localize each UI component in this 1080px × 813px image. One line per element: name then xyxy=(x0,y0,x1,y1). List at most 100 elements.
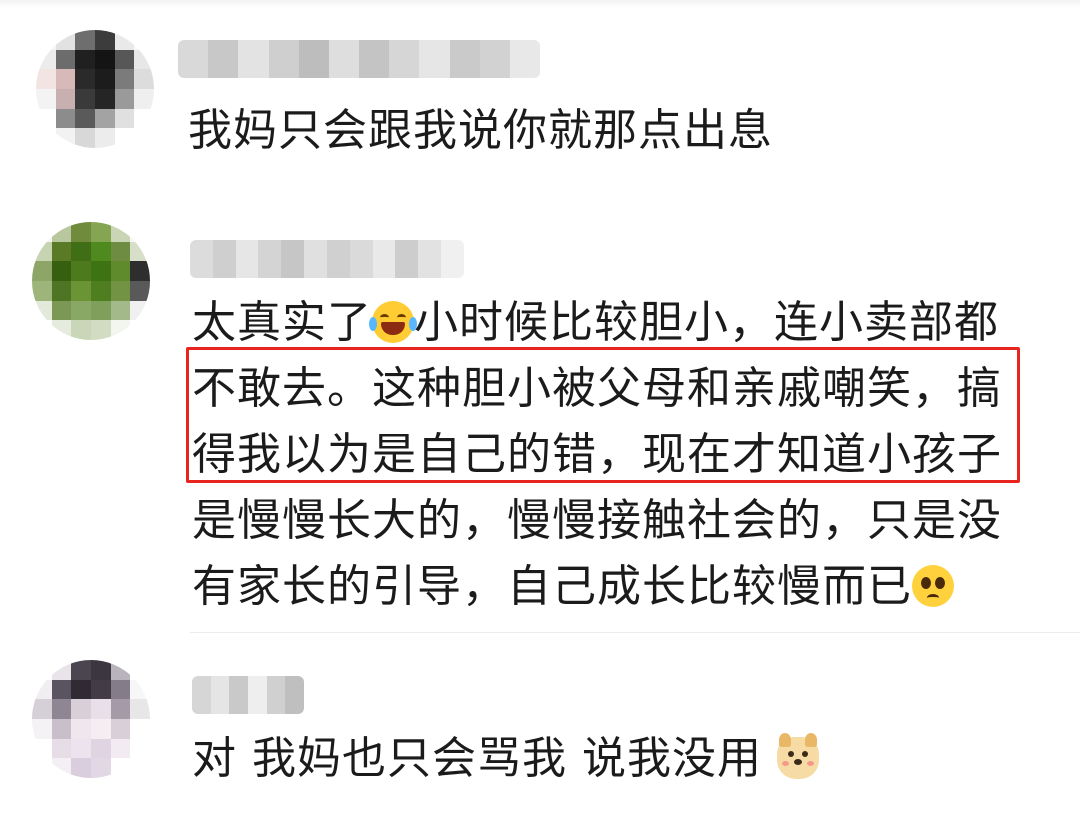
comment-text: 对 我妈也只会骂我 说我没用 xyxy=(192,726,819,792)
avatar-pixel xyxy=(71,699,91,719)
username-pixel xyxy=(418,240,442,278)
avatar-pixel xyxy=(71,222,91,242)
avatar-pixel xyxy=(55,128,76,148)
avatar-pixel xyxy=(90,241,111,262)
avatar-pixel xyxy=(134,30,154,50)
avatar-pixel xyxy=(75,108,95,129)
commenter-username-blurred[interactable] xyxy=(178,40,540,78)
avatar-pixel xyxy=(110,261,131,281)
username-pixel xyxy=(479,40,510,78)
avatar-pixel xyxy=(32,280,52,301)
avatar-pixel xyxy=(71,261,91,281)
avatar-pixel xyxy=(32,300,52,321)
avatar-pixel xyxy=(71,758,91,778)
comment-line: 是慢慢长大的，慢慢接触社会的，只是没 xyxy=(192,495,1002,546)
avatar-pixel xyxy=(71,718,91,739)
avatar-pixel xyxy=(90,699,111,719)
avatar-pixel xyxy=(130,280,150,301)
avatar-pixel xyxy=(130,679,150,700)
avatar-pixel xyxy=(90,679,111,700)
username-pixel xyxy=(304,240,327,278)
username-pixel xyxy=(441,240,464,278)
username-pixel xyxy=(248,676,267,714)
commenter-avatar[interactable] xyxy=(36,30,154,148)
avatar-pixel xyxy=(51,758,72,778)
avatar-pixel xyxy=(32,718,52,739)
avatar-pixel xyxy=(51,660,72,680)
avatar-pixel xyxy=(36,30,56,50)
avatar-pixel xyxy=(134,88,154,109)
pleading-face-emoji-icon xyxy=(912,565,954,607)
avatar-pixel xyxy=(51,261,72,281)
comment-text: 我妈只会跟我说你就那点出息 xyxy=(188,98,773,164)
avatar-pixel xyxy=(36,88,56,109)
avatar-pixel xyxy=(32,699,52,719)
avatar-pixel xyxy=(71,241,91,262)
avatar-pixel xyxy=(51,679,72,700)
username-pixel xyxy=(359,40,390,78)
avatar-pixel xyxy=(110,699,131,719)
avatar-pixel xyxy=(51,280,72,301)
avatar-pixel xyxy=(130,261,150,281)
avatar-pixel xyxy=(71,300,91,321)
commenter-username-blurred[interactable] xyxy=(192,676,304,714)
avatar-pixel xyxy=(90,738,111,759)
dog-emoji-icon xyxy=(776,733,819,779)
avatar-pixel xyxy=(75,88,95,109)
avatar-pixel xyxy=(110,758,131,778)
avatar-pixel xyxy=(110,280,131,301)
avatar-pixel xyxy=(110,241,131,262)
avatar-pixel xyxy=(94,88,115,109)
username-pixel xyxy=(281,240,305,278)
avatar-pixel xyxy=(32,241,52,262)
avatar-pixel xyxy=(94,108,115,129)
username-pixel xyxy=(192,676,211,714)
avatar-pixel xyxy=(36,69,56,89)
username-pixel xyxy=(235,240,259,278)
avatar-pixel xyxy=(110,738,131,759)
avatar-pixel xyxy=(32,679,52,700)
avatar-pixel xyxy=(55,108,76,129)
username-pixel xyxy=(238,40,269,78)
avatar-pixel xyxy=(130,738,150,759)
avatar-pixel xyxy=(130,300,150,321)
username-pixel xyxy=(419,40,450,78)
avatar-pixel xyxy=(75,128,95,148)
comment-segment: 对 我妈也只会骂我 说我没用 xyxy=(192,733,777,784)
username-pixel xyxy=(395,240,419,278)
top-edge xyxy=(0,0,1080,8)
avatar-pixel xyxy=(130,699,150,719)
username-pixel xyxy=(210,676,230,714)
commenter-username-blurred[interactable] xyxy=(190,240,464,278)
avatar-pixel xyxy=(90,718,111,739)
avatar-pixel xyxy=(71,660,91,680)
avatar-pixel xyxy=(114,88,135,109)
avatar-pixel xyxy=(36,108,56,129)
commenter-avatar[interactable] xyxy=(32,222,150,340)
avatar-pixel xyxy=(32,660,52,680)
avatar-pixel xyxy=(114,49,135,70)
avatar-pixel xyxy=(90,320,111,340)
username-pixel xyxy=(258,240,282,278)
username-pixel xyxy=(326,240,350,278)
avatar-pixel xyxy=(51,718,72,739)
avatar-pixel xyxy=(134,108,154,129)
avatar-pixel xyxy=(90,280,111,301)
avatar-pixel xyxy=(75,69,95,89)
avatar-pixel xyxy=(134,69,154,89)
avatar-pixel xyxy=(55,49,76,70)
username-pixel xyxy=(229,676,249,714)
username-pixel xyxy=(509,40,540,78)
red-highlight-box xyxy=(186,347,1020,483)
avatar-pixel xyxy=(32,320,52,340)
avatar-pixel xyxy=(90,300,111,321)
avatar-pixel xyxy=(51,699,72,719)
avatar-pixel xyxy=(130,320,150,340)
avatar-pixel xyxy=(110,660,131,680)
avatar-pixel xyxy=(32,261,52,281)
comment-line: 对 我妈也只会骂我 说我没用 xyxy=(192,726,819,792)
avatar-pixel xyxy=(94,30,115,50)
commenter-avatar[interactable] xyxy=(32,660,150,778)
avatar-pixel xyxy=(114,30,135,50)
comment-segment: 小时候比较胆小，连小卖部都 xyxy=(414,297,999,348)
